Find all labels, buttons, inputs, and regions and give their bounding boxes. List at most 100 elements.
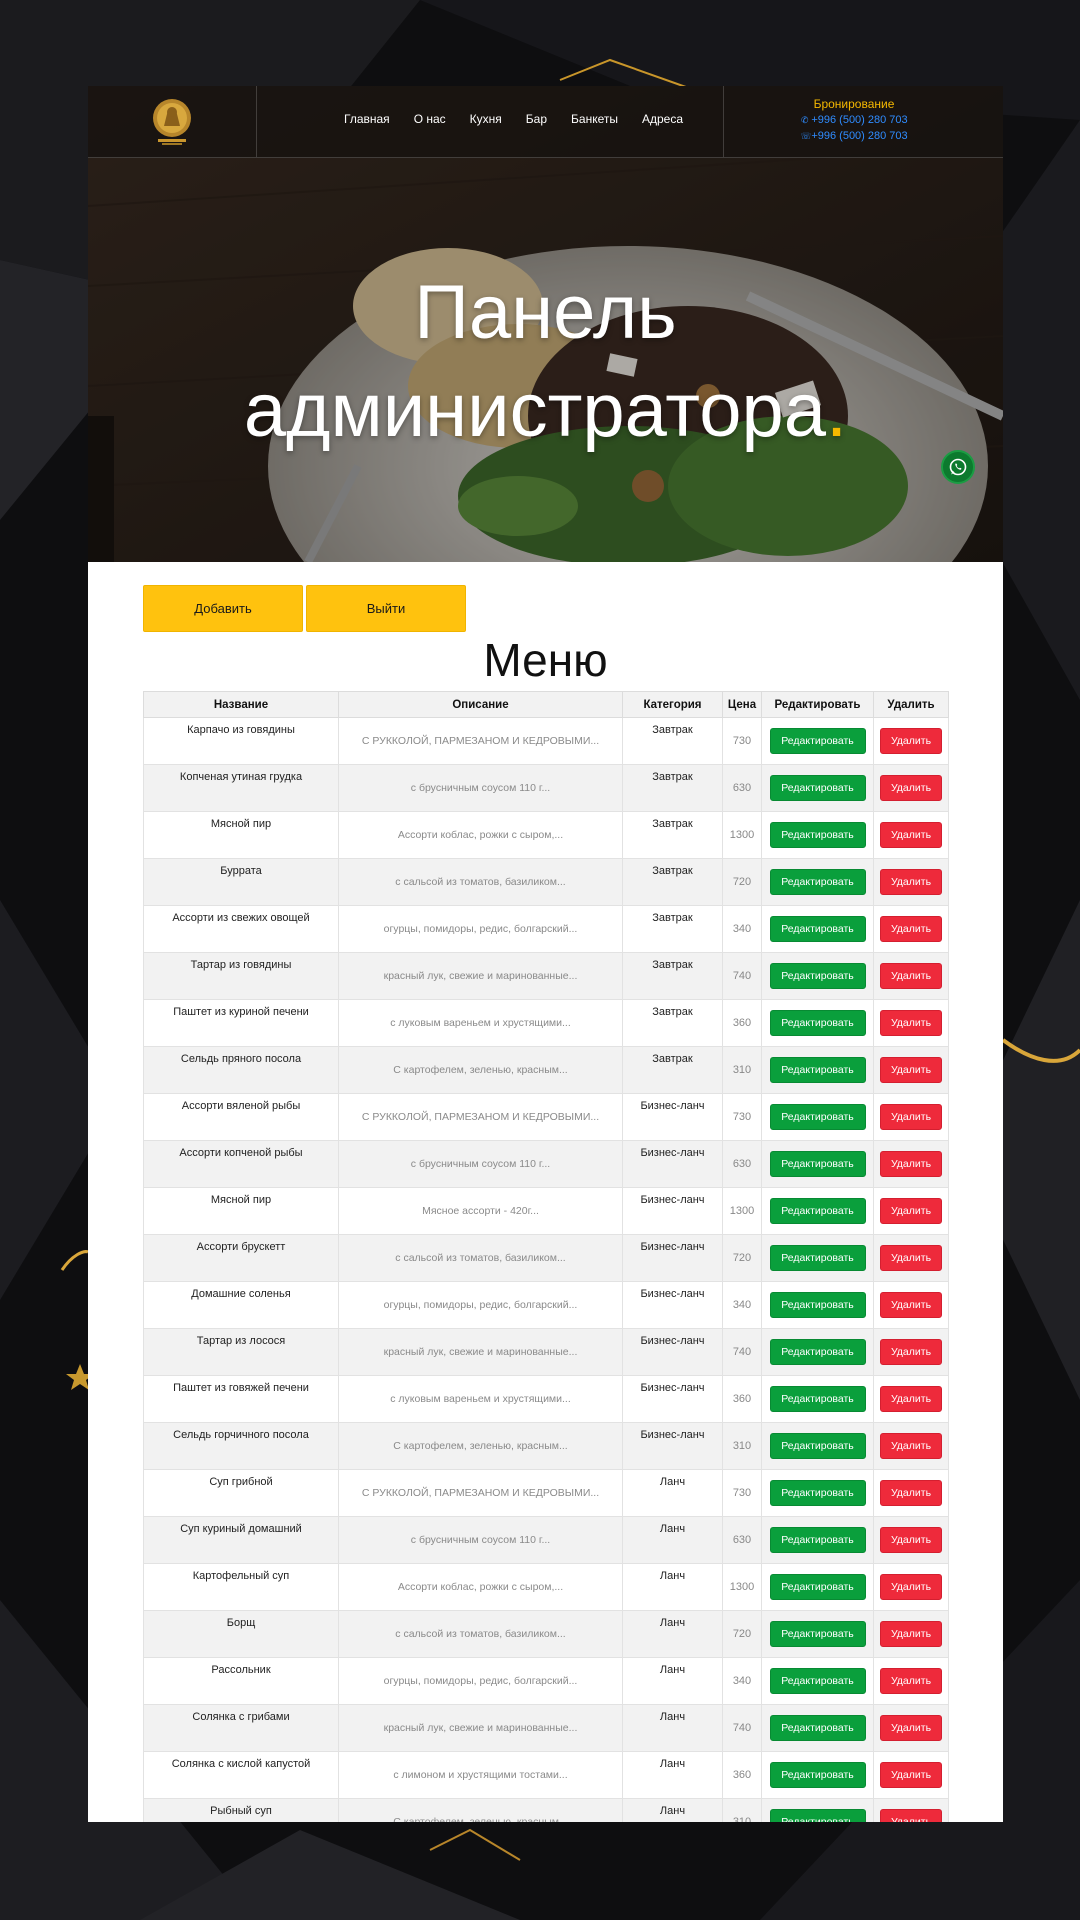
delete-button[interactable]: Удалить: [880, 822, 942, 848]
edit-button[interactable]: Редактировать: [769, 1668, 866, 1694]
edit-button[interactable]: Редактировать: [769, 1198, 866, 1224]
edit-button[interactable]: Редактировать: [769, 1621, 866, 1647]
item-category: Бизнес-ланч: [622, 1328, 723, 1376]
delete-button[interactable]: Удалить: [880, 1292, 942, 1318]
logout-button[interactable]: Выйти: [306, 585, 466, 632]
delete-button[interactable]: Удалить: [880, 1057, 942, 1083]
edit-button[interactable]: Редактировать: [769, 1151, 866, 1177]
delete-button[interactable]: Удалить: [880, 1339, 942, 1365]
delete-button[interactable]: Удалить: [880, 1574, 942, 1600]
delete-button[interactable]: Удалить: [880, 1245, 942, 1271]
delete-button[interactable]: Удалить: [880, 1386, 942, 1412]
whatsapp-number: +996 (500) 280 703: [811, 130, 908, 142]
item-price: 630: [722, 764, 762, 812]
delete-button[interactable]: Удалить: [880, 963, 942, 989]
delete-cell: Удалить: [873, 1469, 949, 1517]
item-category: Бизнес-ланч: [622, 1093, 723, 1141]
edit-button[interactable]: Редактировать: [769, 1715, 866, 1741]
delete-button[interactable]: Удалить: [880, 1480, 942, 1506]
table-row: Сельдь горчичного посола С картофелем, зе…: [143, 1422, 949, 1470]
item-category: Бизнес-ланч: [622, 1281, 723, 1329]
whatsapp-icon: [949, 458, 967, 476]
edit-button[interactable]: Редактировать: [769, 728, 866, 754]
edit-button[interactable]: Редактировать: [769, 1762, 866, 1788]
delete-button[interactable]: Удалить: [880, 1433, 942, 1459]
edit-button[interactable]: Редактировать: [769, 1433, 866, 1459]
item-description: с сальсой из томатов, базиликом...: [338, 1234, 623, 1282]
nav-link-about[interactable]: О нас: [414, 112, 446, 126]
item-description: С картофелем, зеленью, красным...: [338, 1422, 623, 1470]
menu-table-container: Название Описание Категория Цена Редакти…: [143, 691, 949, 1822]
booking-whatsapp-link[interactable]: ☏+996 (500) 280 703: [768, 128, 940, 144]
edit-button[interactable]: Редактировать: [769, 1480, 866, 1506]
nav-link-home[interactable]: Главная: [344, 112, 390, 126]
item-price: 720: [722, 858, 762, 906]
edit-cell: Редактировать: [761, 764, 874, 812]
delete-cell: Удалить: [873, 1422, 949, 1470]
edit-cell: Редактировать: [761, 1751, 874, 1799]
table-row: Сельдь пряного посола С картофелем, зелен…: [143, 1046, 949, 1094]
edit-button[interactable]: Редактировать: [769, 1104, 866, 1130]
page-title-line2: администратора: [243, 368, 827, 453]
edit-button[interactable]: Редактировать: [769, 1292, 866, 1318]
delete-button[interactable]: Удалить: [880, 1809, 942, 1822]
add-button[interactable]: Добавить: [143, 585, 303, 632]
edit-button[interactable]: Редактировать: [769, 1339, 866, 1365]
item-description: Ассорти коблас, рожки с сыром,...: [338, 1563, 623, 1611]
table-row: Суп куриный домашний с брусничным соусом …: [143, 1516, 949, 1564]
edit-button[interactable]: Редактировать: [769, 916, 866, 942]
delete-button[interactable]: Удалить: [880, 1104, 942, 1130]
delete-button[interactable]: Удалить: [880, 1010, 942, 1036]
edit-button[interactable]: Редактировать: [769, 1574, 866, 1600]
item-name: Мясной пир: [143, 1187, 339, 1235]
delete-cell: Удалить: [873, 858, 949, 906]
edit-button[interactable]: Редактировать: [769, 1057, 866, 1083]
nav-link-kitchen[interactable]: Кухня: [470, 112, 502, 126]
item-name: Тартар из лосося: [143, 1328, 339, 1376]
nav-link-bar[interactable]: Бар: [526, 112, 547, 126]
item-category: Ланч: [622, 1751, 723, 1799]
nav-link-banquets[interactable]: Банкеты: [571, 112, 618, 126]
table-row: Картофельный суп Ассорти коблас, рожки с …: [143, 1563, 949, 1611]
delete-cell: Удалить: [873, 717, 949, 765]
item-description: с луковым вареньем и хрустящими...: [338, 1375, 623, 1423]
delete-button[interactable]: Удалить: [880, 775, 942, 801]
delete-button[interactable]: Удалить: [880, 869, 942, 895]
delete-cell: Удалить: [873, 1281, 949, 1329]
lion-crest-icon[interactable]: [150, 96, 194, 146]
edit-button[interactable]: Редактировать: [769, 1527, 866, 1553]
delete-button[interactable]: Удалить: [880, 728, 942, 754]
delete-button[interactable]: Удалить: [880, 1715, 942, 1741]
edit-button[interactable]: Редактировать: [769, 822, 866, 848]
edit-button[interactable]: Редактировать: [769, 1245, 866, 1271]
delete-button[interactable]: Удалить: [880, 1527, 942, 1553]
whatsapp-float-button[interactable]: [941, 450, 975, 484]
edit-button[interactable]: Редактировать: [769, 1010, 866, 1036]
edit-cell: Редактировать: [761, 717, 874, 765]
edit-button[interactable]: Редактировать: [769, 963, 866, 989]
booking-phone-link[interactable]: ✆ +996 (500) 280 703: [768, 112, 940, 128]
delete-button[interactable]: Удалить: [880, 916, 942, 942]
delete-button[interactable]: Удалить: [880, 1621, 942, 1647]
item-name: Сельдь горчичного посола: [143, 1422, 339, 1470]
edit-button[interactable]: Редактировать: [769, 775, 866, 801]
edit-button[interactable]: Редактировать: [769, 1386, 866, 1412]
table-row: Тартар из говядины красный лук, свежие и …: [143, 952, 949, 1000]
edit-button[interactable]: Редактировать: [769, 1809, 866, 1822]
delete-button[interactable]: Удалить: [880, 1762, 942, 1788]
item-category: Ланч: [622, 1469, 723, 1517]
delete-button[interactable]: Удалить: [880, 1151, 942, 1177]
item-price: 360: [722, 1751, 762, 1799]
item-description: С РУККОЛОЙ, ПАРМЕЗАНОМ И КЕДРОВЫМИ...: [338, 1469, 623, 1517]
booking-block: Бронирование ✆ +996 (500) 280 703 ☏+996 (…: [768, 96, 940, 144]
delete-button[interactable]: Удалить: [880, 1668, 942, 1694]
delete-cell: Удалить: [873, 1375, 949, 1423]
edit-button[interactable]: Редактировать: [769, 869, 866, 895]
delete-button[interactable]: Удалить: [880, 1198, 942, 1224]
item-description: с лимоном и хрустящими тостами...: [338, 1751, 623, 1799]
edit-cell: Редактировать: [761, 1234, 874, 1282]
item-description: с брусничным соусом 110 г...: [338, 764, 623, 812]
item-description: с брусничным соусом 110 г...: [338, 1516, 623, 1564]
delete-cell: Удалить: [873, 1516, 949, 1564]
nav-link-addresses[interactable]: Адреса: [642, 112, 683, 126]
